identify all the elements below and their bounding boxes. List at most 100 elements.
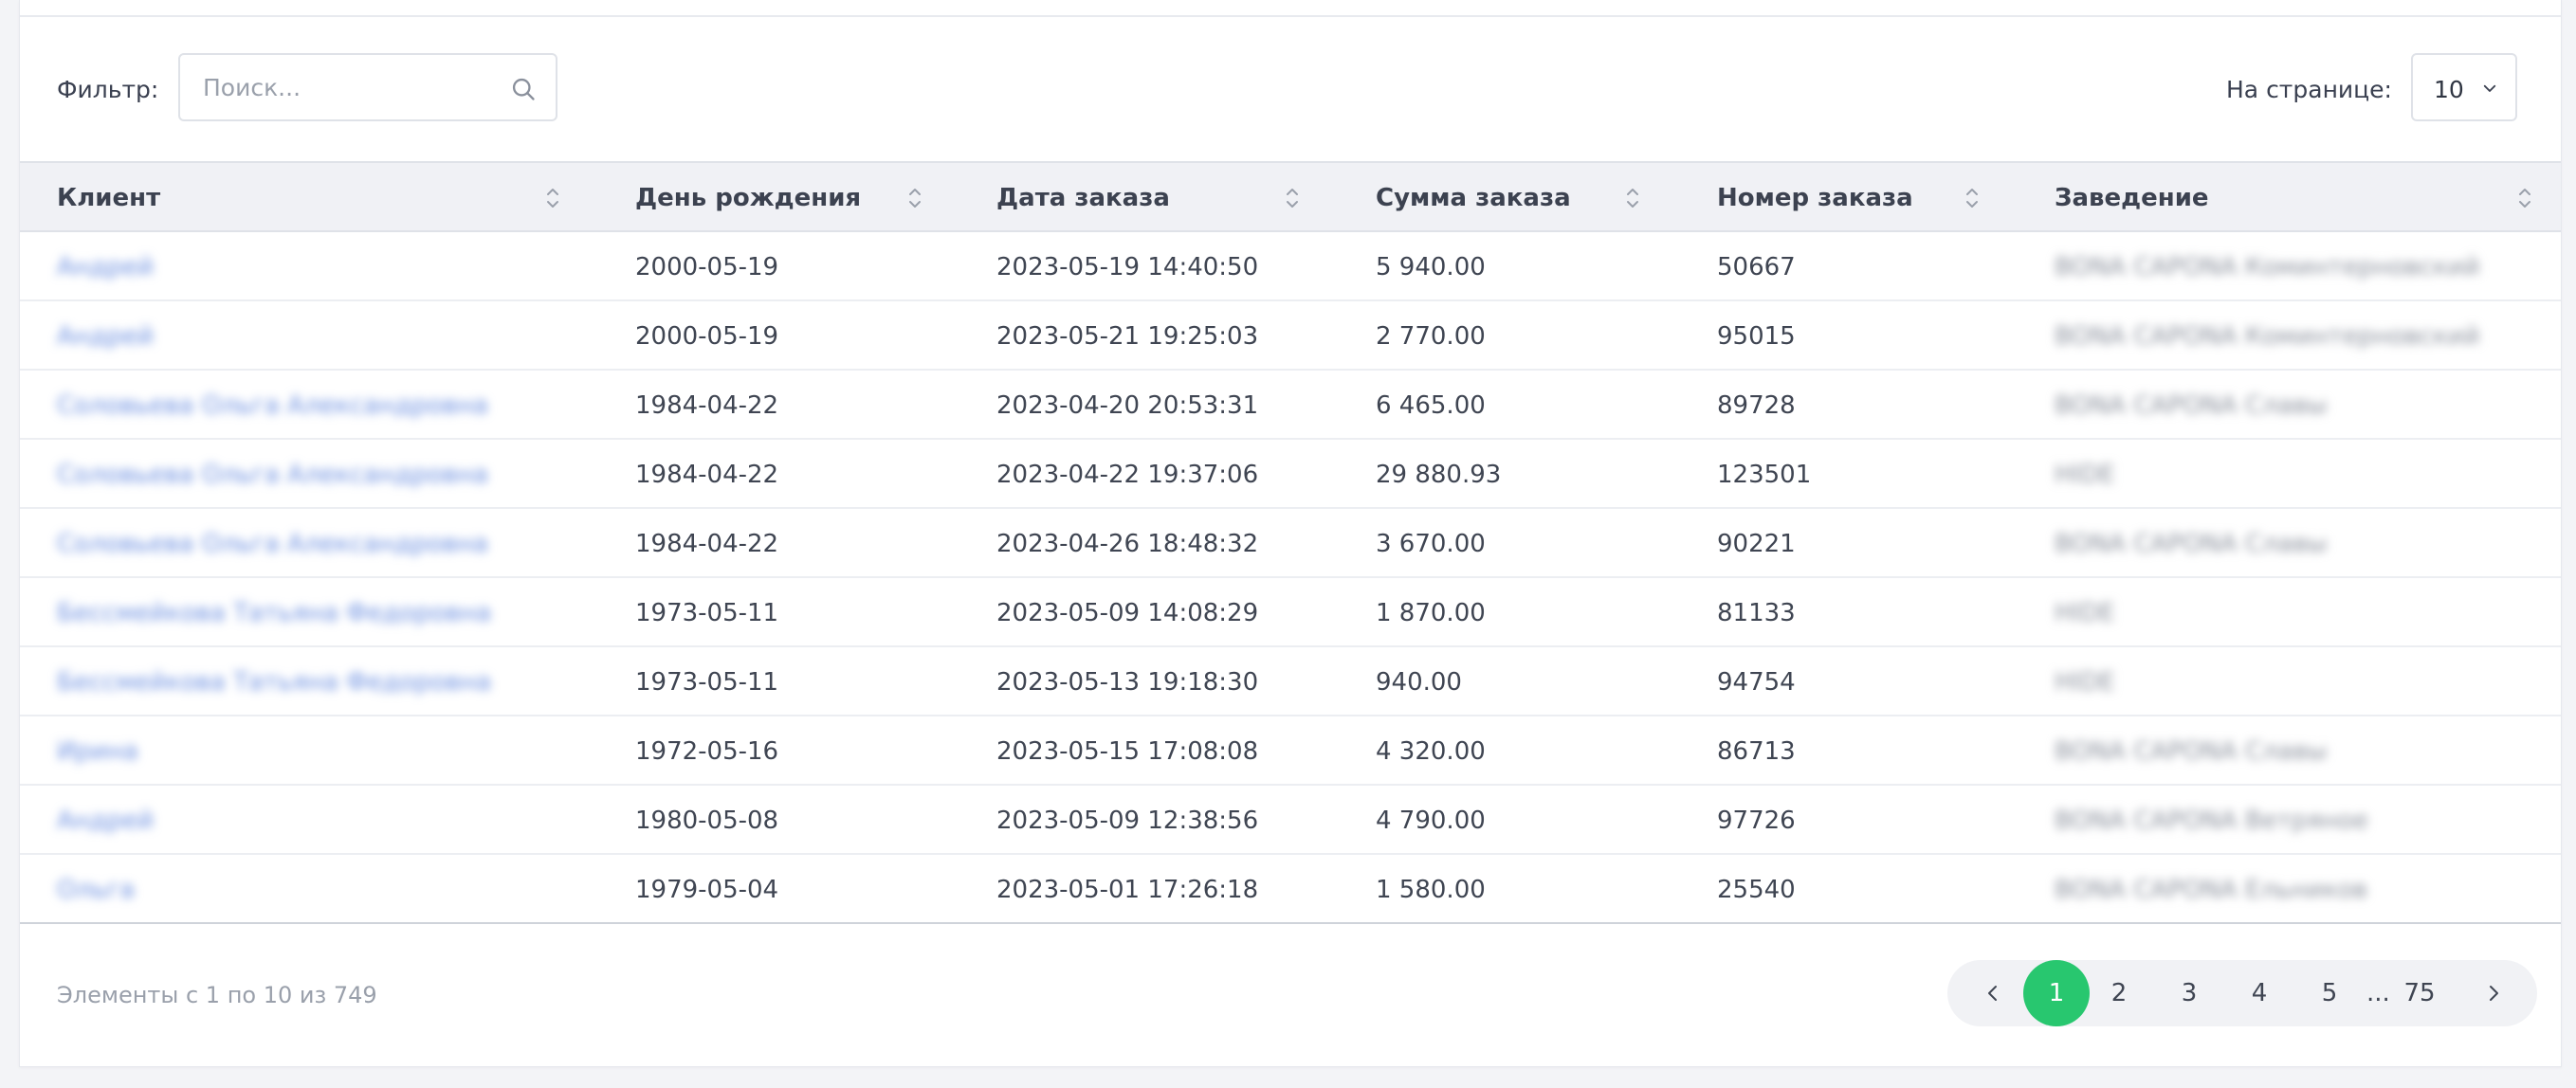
table-cell: Андрей: [20, 231, 598, 301]
table-cell: 4 790.00: [1337, 785, 1677, 855]
amount-cell: 4 320.00: [1376, 737, 1486, 766]
sort-icon[interactable]: [2516, 184, 2533, 212]
venue-cell: HIDE: [2055, 668, 2115, 697]
table-cell: 6 465.00: [1337, 370, 1677, 440]
table-cell: 29 880.93: [1337, 439, 1677, 509]
table-cell: 89728: [1677, 370, 2016, 440]
table-cell: BONA CAPONA Славы: [2016, 370, 2561, 440]
table-cell: Бессмейкова Татьяна Федоровна: [20, 577, 598, 647]
order-number-cell: 90221: [1717, 530, 1796, 558]
birthday-cell: 1980-05-08: [635, 807, 779, 835]
per-page-label: На странице:: [2226, 76, 2392, 103]
column-title: Номер заказа: [1717, 184, 1913, 212]
table-cell: 2000-05-19: [598, 300, 959, 371]
table-row: Соловьева Ольга Александровна 1984-04-22 2…: [20, 370, 2561, 440]
table-cell: Соловьева Ольга Александровна: [20, 508, 598, 578]
pagination-info: Элементы с 1 по 10 из 749: [57, 982, 377, 1008]
table-row: Ольга 1979-05-04 2023-05-01 17:26:18 1 580.…: [20, 854, 2561, 924]
venue-cell: BONA CAPONA Ельников: [2055, 876, 2368, 904]
search-input[interactable]: [203, 55, 506, 119]
column-header-client[interactable]: Клиент: [20, 161, 598, 232]
table-cell: 1973-05-11: [598, 577, 959, 647]
table-cell: 81133: [1677, 577, 2016, 647]
sort-icon[interactable]: [1624, 184, 1641, 212]
per-page-value: 10: [2434, 76, 2464, 103]
table-cell: 940.00: [1337, 646, 1677, 716]
table-cell: 2023-05-09 12:38:56: [959, 785, 1337, 855]
page-5-button[interactable]: 5: [2315, 960, 2344, 1026]
column-header-birthday[interactable]: День рождения: [598, 161, 959, 232]
table-cell: 1984-04-22: [598, 508, 959, 578]
order-date-cell: 2023-05-01 17:26:18: [996, 876, 1259, 904]
sort-icon[interactable]: [544, 184, 561, 212]
page-4-button[interactable]: 4: [2245, 960, 2274, 1026]
order-date-cell: 2023-04-22 19:37:06: [996, 461, 1259, 489]
birthday-cell: 1979-05-04: [635, 876, 779, 904]
birthday-cell: 1972-05-16: [635, 737, 779, 766]
search-box[interactable]: [178, 53, 557, 121]
table-cell: Бессмейкова Татьяна Федоровна: [20, 646, 598, 716]
table-cell: 3 670.00: [1337, 508, 1677, 578]
chevron-right-icon[interactable]: [2485, 984, 2502, 1003]
amount-cell: 940.00: [1376, 668, 1462, 697]
venue-cell: BONA CAPONA Коминтерновский: [2055, 322, 2480, 351]
chevron-left-icon[interactable]: [1984, 984, 2001, 1003]
sort-icon[interactable]: [906, 184, 923, 212]
per-page-select[interactable]: 10: [2411, 53, 2517, 121]
table-cell: 1984-04-22: [598, 370, 959, 440]
table-cell: BONA CAPONA Славы: [2016, 508, 2561, 578]
sort-icon[interactable]: [1284, 184, 1301, 212]
table-row: Андрей 2000-05-19 2023-05-19 14:40:50 5 940…: [20, 231, 2561, 301]
table-cell: 123501: [1677, 439, 2016, 509]
table-cell: 2023-05-19 14:40:50: [959, 231, 1337, 301]
table-cell: BONA CAPONA Ветряное: [2016, 785, 2561, 855]
column-title: Дата заказа: [996, 184, 1170, 212]
order-date-cell: 2023-05-13 19:18:30: [996, 668, 1259, 697]
client-link[interactable]: Ирина: [57, 737, 138, 766]
client-link[interactable]: Андрей: [57, 253, 154, 281]
column-title: Сумма заказа: [1376, 184, 1571, 212]
page-last-button[interactable]: 75: [2399, 960, 2440, 1026]
amount-cell: 4 790.00: [1376, 807, 1486, 835]
amount-cell: 2 770.00: [1376, 322, 1486, 351]
client-link[interactable]: Соловьева Ольга Александровна: [57, 530, 488, 558]
table-cell: 2023-05-21 19:25:03: [959, 300, 1337, 371]
client-link[interactable]: Бессмейкова Татьяна Федоровна: [57, 599, 491, 627]
sort-icon[interactable]: [1964, 184, 1981, 212]
table-row: Соловьева Ольга Александровна 1984-04-22 2…: [20, 508, 2561, 578]
birthday-cell: 2000-05-19: [635, 253, 779, 281]
venue-cell: BONA CAPONA Славы: [2055, 737, 2328, 766]
venue-cell: BONA CAPONA Коминтерновский: [2055, 253, 2480, 281]
column-title: Клиент: [57, 184, 161, 212]
column-header-amount[interactable]: Сумма заказа: [1337, 161, 1677, 232]
table-cell: Соловьева Ольга Александровна: [20, 439, 598, 509]
column-header-order-number[interactable]: Номер заказа: [1677, 161, 2016, 232]
order-number-cell: 95015: [1717, 322, 1796, 351]
orders-table: Клиент День рождения Дата заказа Сумма з…: [20, 161, 2561, 924]
client-link[interactable]: Ольга: [57, 876, 135, 904]
order-number-cell: 89728: [1717, 391, 1796, 420]
table-cell: 86713: [1677, 716, 2016, 786]
venue-cell: HIDE: [2055, 461, 2115, 489]
page-2-button[interactable]: 2: [2105, 960, 2133, 1026]
pagination-ellipsis: ...: [2366, 979, 2390, 1007]
order-date-cell: 2023-04-26 18:48:32: [996, 530, 1259, 558]
order-date-cell: 2023-05-19 14:40:50: [996, 253, 1259, 281]
client-link[interactable]: Соловьева Ольга Александровна: [57, 391, 488, 420]
page-1-button[interactable]: 1: [2023, 960, 2090, 1026]
client-link[interactable]: Бессмейкова Татьяна Федоровна: [57, 668, 491, 697]
amount-cell: 5 940.00: [1376, 253, 1486, 281]
table-cell: Ольга: [20, 854, 598, 924]
client-link[interactable]: Соловьева Ольга Александровна: [57, 461, 488, 489]
column-header-order-date[interactable]: Дата заказа: [959, 161, 1337, 232]
column-header-venue[interactable]: Заведение: [2016, 161, 2561, 232]
client-link[interactable]: Андрей: [57, 322, 154, 351]
table-cell: 2023-04-26 18:48:32: [959, 508, 1337, 578]
page-3-button[interactable]: 3: [2175, 960, 2203, 1026]
column-title: Заведение: [2055, 184, 2209, 212]
table-cell: 2023-04-20 20:53:31: [959, 370, 1337, 440]
search-icon[interactable]: [510, 76, 537, 102]
filter-label: Фильтр:: [57, 76, 159, 103]
client-link[interactable]: Андрей: [57, 807, 154, 835]
table-cell: 2023-05-09 14:08:29: [959, 577, 1337, 647]
